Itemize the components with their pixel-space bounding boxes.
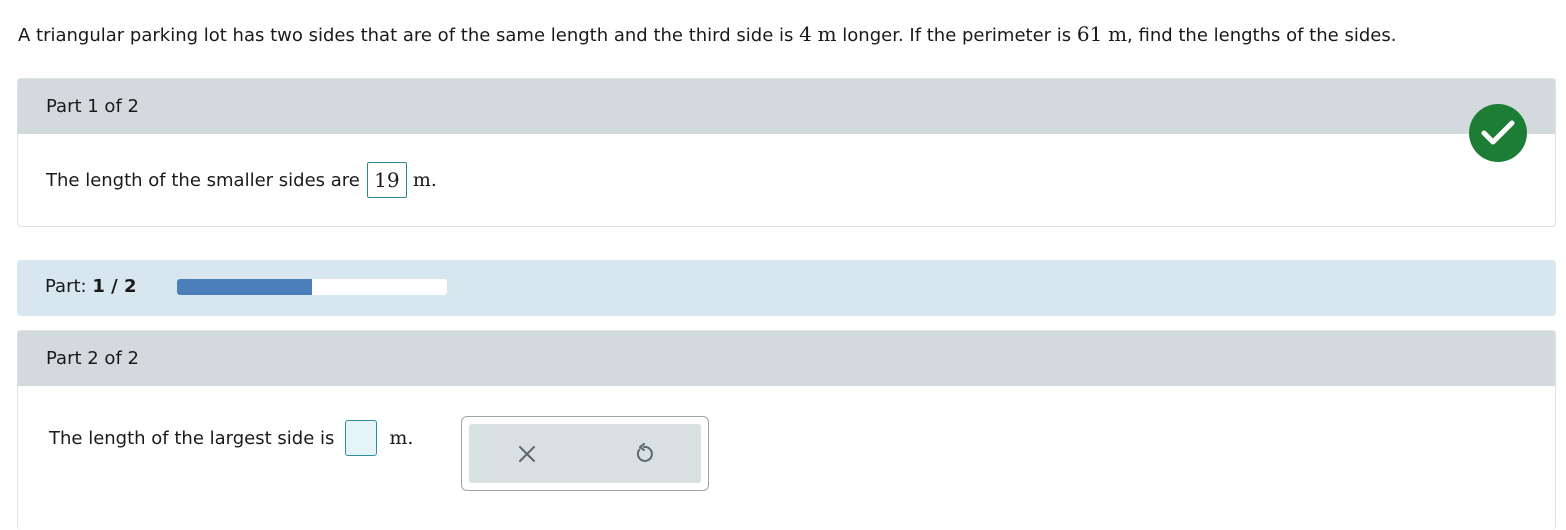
problem-unit-m-2: m [1108,22,1128,46]
part-1-unit: m. [412,169,437,191]
problem-unit-m: m [817,22,837,46]
progress-fill [177,279,312,295]
undo-button[interactable] [628,438,660,470]
progress-label-text: Part: [45,276,87,297]
part-2-header: Part 2 of 2 [18,331,1555,386]
part-2-unit: m. [389,427,414,449]
part-2-answer-row: The length of the largest side is m. [49,420,413,456]
answer-tools-bar [469,424,701,483]
part-1-answer-field[interactable]: 19 [366,162,407,198]
undo-icon [636,443,653,462]
part-1-prompt: The length of the smaller sides are [46,169,360,191]
part-1-header: Part 1 of 2 [18,79,1555,134]
progress-label: Part: 1 / 2 [45,276,137,297]
problem-text-b: longer. If the perimeter is [836,25,1077,46]
part-1-panel: Part 1 of 2 The length of the smaller si… [17,78,1556,227]
close-icon [519,446,535,462]
answer-tools [461,416,709,491]
problem-text-a: A triangular parking lot has two sides t… [18,25,800,46]
problem-text-c: , find the lengths of the sides. [1127,25,1397,46]
progress-track [177,279,447,295]
progress-bar-section: Part: 1 / 2 [17,260,1556,316]
part-2-prompt: The length of the largest side is [49,427,335,449]
problem-number-4: 4 [799,22,812,46]
problem-statement: A triangular parking lot has two sides t… [18,22,1396,46]
part-2-answer-field[interactable] [345,420,378,456]
part-2-panel: Part 2 of 2 The length of the largest si… [17,330,1556,530]
progress-value: 1 / 2 [92,276,137,297]
clear-button[interactable] [511,438,543,470]
checkmark-icon [1469,104,1527,162]
problem-number-61: 61 [1076,22,1103,46]
part-1-answer-row: The length of the smaller sides are 19 m… [46,162,437,198]
